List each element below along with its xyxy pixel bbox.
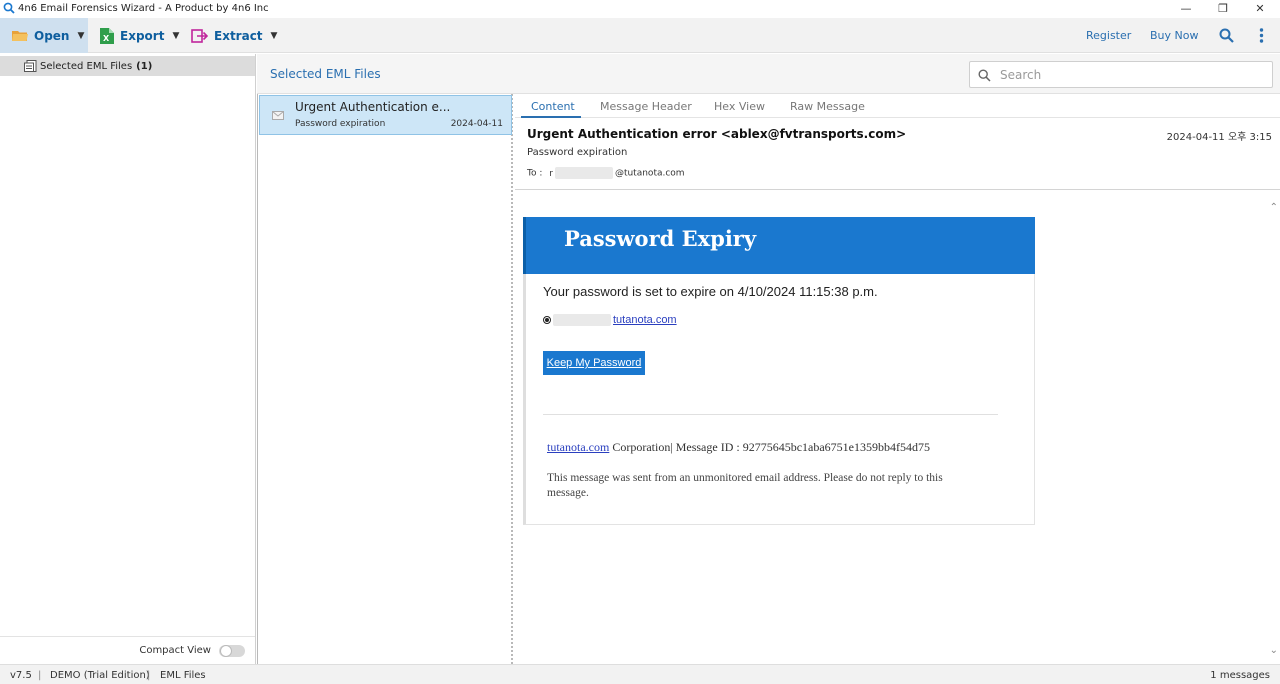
- preview-tabs: Content Message Header Hex View Raw Mess…: [515, 94, 1280, 118]
- title-bar: 4n6 Email Forensics Wizard - A Product b…: [0, 0, 1280, 18]
- extract-label: Extract: [214, 28, 263, 43]
- tab-message-header[interactable]: Message Header: [600, 100, 692, 113]
- tree-item-label: Selected EML Files: [40, 60, 133, 72]
- minimize-button[interactable]: —: [1168, 0, 1204, 18]
- preview-pane: Content Message Header Hex View Raw Mess…: [515, 94, 1280, 664]
- list-item[interactable]: Urgent Authentication e... Password expi…: [259, 95, 512, 135]
- chevron-down-icon[interactable]: ▼: [271, 31, 278, 41]
- toggle-knob: [220, 645, 232, 657]
- redacted-account: [553, 314, 611, 326]
- envelope-icon: [272, 111, 284, 120]
- svg-text:X: X: [103, 34, 110, 43]
- to-label: To :: [527, 168, 543, 179]
- file-type-label: EML Files: [160, 670, 206, 681]
- tab-content[interactable]: Content: [531, 100, 575, 113]
- extract-button[interactable]: Extract ▼: [191, 18, 277, 53]
- divider: [543, 414, 998, 415]
- message-count: 1 messages: [1210, 670, 1270, 681]
- list-header: Selected EML Files Search: [257, 54, 1280, 94]
- chevron-down-icon[interactable]: ▼: [172, 31, 179, 41]
- radio-icon: [543, 316, 551, 324]
- tree-item-count: (1): [136, 60, 153, 72]
- message-date: 2024-04-11 오후 3:15: [1166, 132, 1272, 143]
- email-banner: Password Expiry: [523, 217, 1035, 274]
- redacted-recipient: [554, 167, 613, 179]
- folder-tree-panel: Selected EML Files (1) Compact View: [0, 54, 256, 664]
- keep-my-password-button[interactable]: Keep My Password: [543, 351, 645, 375]
- compact-view-toggle[interactable]: [219, 645, 245, 657]
- toolbar: Open ▼ X Export ▼ Extract ▼ Register Buy…: [0, 18, 1280, 53]
- list-item-subject: Urgent Authentication e...: [295, 100, 451, 114]
- account-link[interactable]: tutanota.com: [613, 314, 677, 326]
- version-label: v7.5: [10, 670, 32, 681]
- status-bar: v7.5 | DEMO (Trial Edition) | EML Files …: [0, 664, 1280, 684]
- window-title: 4n6 Email Forensics Wizard - A Product b…: [18, 3, 269, 14]
- status-separator: |: [38, 670, 42, 681]
- close-button[interactable]: ✕: [1242, 0, 1278, 18]
- edition-label: DEMO (Trial Edition): [50, 670, 150, 681]
- search-input[interactable]: Search: [969, 61, 1273, 88]
- email-disclaimer: This message was sent from an unmonitore…: [547, 472, 943, 499]
- eml-files-icon: [24, 60, 37, 72]
- export-button[interactable]: X Export ▼: [100, 18, 179, 53]
- email-footer: tutanota.com Corporation| Message ID : 9…: [547, 440, 930, 455]
- email-body: Password Expiry Your password is set to …: [523, 217, 1035, 525]
- app-logo-icon: [3, 2, 15, 14]
- email-body-text: Your password is set to expire on 4/10/2…: [543, 284, 878, 299]
- footer-link[interactable]: tutanota.com: [547, 440, 609, 454]
- tab-raw-message[interactable]: Raw Message: [790, 100, 865, 113]
- compact-view-bar: Compact View: [0, 636, 255, 664]
- footer-message-id: Corporation| Message ID : 92775645bc1aba…: [609, 440, 931, 454]
- tree-item-selected-eml-files[interactable]: Selected EML Files (1): [0, 56, 255, 76]
- extract-icon: [191, 28, 208, 43]
- more-options-icon[interactable]: [1259, 28, 1264, 43]
- open-label: Open: [34, 28, 70, 43]
- list-header-title: Selected EML Files: [270, 67, 381, 81]
- list-item-snippet: Password expiration: [295, 119, 386, 129]
- register-link[interactable]: Register: [1086, 29, 1131, 42]
- message-recipient: To : r @tutanota.com: [527, 167, 685, 179]
- scroll-down-icon[interactable]: ⌄: [1270, 645, 1278, 656]
- compact-view-label: Compact View: [139, 645, 211, 656]
- restore-button[interactable]: ❐: [1205, 0, 1241, 18]
- message-list-panel: Urgent Authentication e... Password expi…: [257, 94, 513, 664]
- message-subject: Urgent Authentication error <ablex@fvtra…: [527, 127, 907, 141]
- export-label: Export: [120, 28, 165, 43]
- tab-hex-view[interactable]: Hex View: [714, 100, 765, 113]
- to-initial: r: [549, 168, 553, 179]
- excel-export-icon: X: [100, 27, 114, 44]
- scroll-up-icon[interactable]: ⌃: [1270, 202, 1278, 213]
- search-icon[interactable]: [1219, 28, 1234, 43]
- list-item-date: 2024-04-11: [450, 119, 503, 129]
- email-banner-title: Password Expiry: [564, 226, 757, 251]
- open-button[interactable]: Open ▼: [0, 18, 88, 53]
- account-line: tutanota.com: [543, 314, 677, 326]
- search-placeholder: Search: [1000, 68, 1042, 82]
- buy-now-link[interactable]: Buy Now: [1150, 29, 1198, 42]
- search-icon: [978, 69, 991, 82]
- status-separator: |: [147, 670, 151, 681]
- chevron-down-icon[interactable]: ▼: [77, 31, 84, 41]
- to-domain: @tutanota.com: [614, 168, 685, 179]
- message-header: Urgent Authentication error <ablex@fvtra…: [515, 118, 1280, 190]
- message-snippet: Password expiration: [527, 147, 628, 158]
- folder-icon: [12, 31, 28, 41]
